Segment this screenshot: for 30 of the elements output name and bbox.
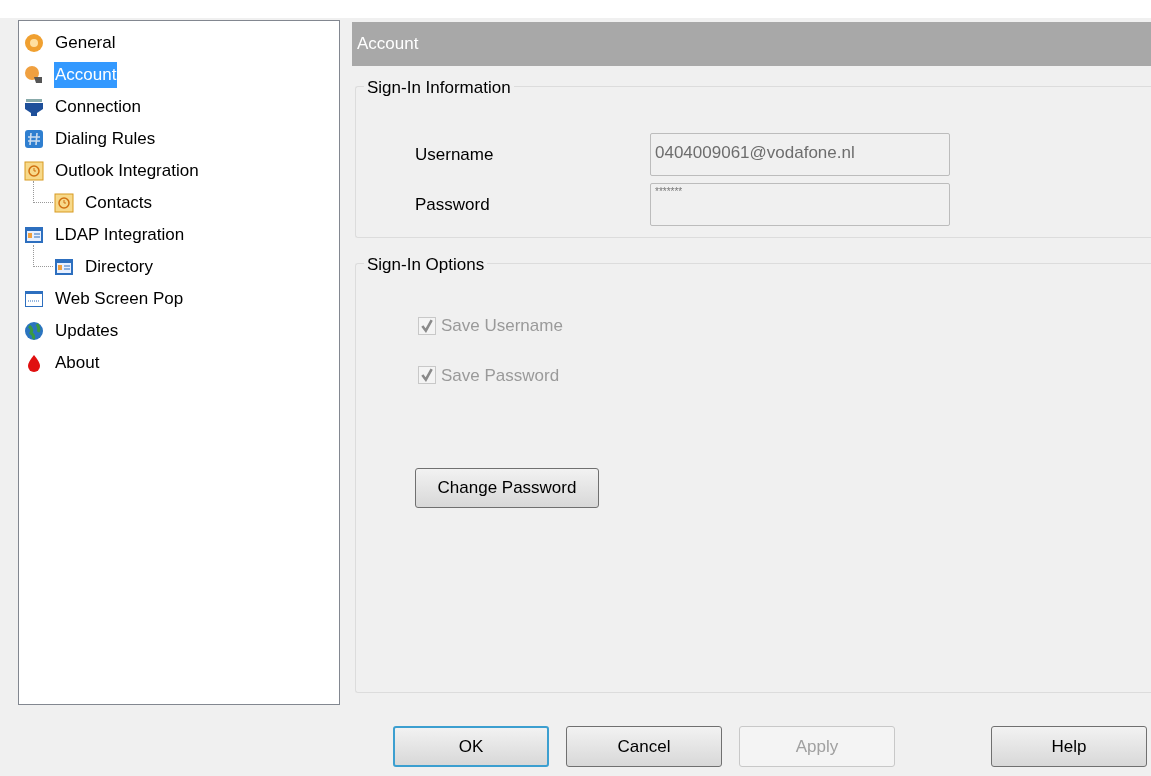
tree-item[interactable]: Web Screen Pop (54, 286, 185, 312)
tree-connector (33, 245, 53, 267)
field-label: Username (415, 143, 495, 166)
address-card-icon (54, 257, 74, 277)
tree-item[interactable]: Outlook Integration (54, 158, 200, 184)
tree-item[interactable]: Directory (84, 254, 154, 280)
clock-icon (54, 193, 74, 213)
tree-item[interactable]: LDAP Integration (54, 222, 186, 248)
field-label: Password (415, 193, 491, 216)
hash-icon (24, 129, 44, 149)
tree-item[interactable]: Updates (54, 318, 120, 344)
ok-button[interactable]: OK (393, 726, 549, 767)
clock-icon (24, 161, 44, 181)
browser-window-icon (24, 289, 44, 309)
tree-item[interactable]: General (54, 30, 117, 56)
tree-item[interactable]: Contacts (84, 190, 154, 216)
tree-item[interactable]: Connection (54, 94, 142, 120)
address-card-icon (24, 225, 44, 245)
change-password-button[interactable]: Change Password (415, 468, 599, 508)
tree-item[interactable]: Dialing Rules (54, 126, 157, 152)
tree-item[interactable]: About (54, 350, 101, 376)
cancel-button[interactable]: Cancel (566, 726, 722, 767)
checkbox-label: Save Password (441, 364, 560, 387)
checkbox-label: Save Username (441, 315, 563, 337)
username-field[interactable]: 0404009061@vodafone.nl (650, 133, 950, 176)
section-header: Account (352, 22, 1151, 66)
help-button[interactable]: Help (991, 726, 1147, 767)
globe-icon (24, 321, 44, 341)
tree-connector (33, 181, 53, 203)
password-field[interactable]: ******* (650, 183, 950, 226)
